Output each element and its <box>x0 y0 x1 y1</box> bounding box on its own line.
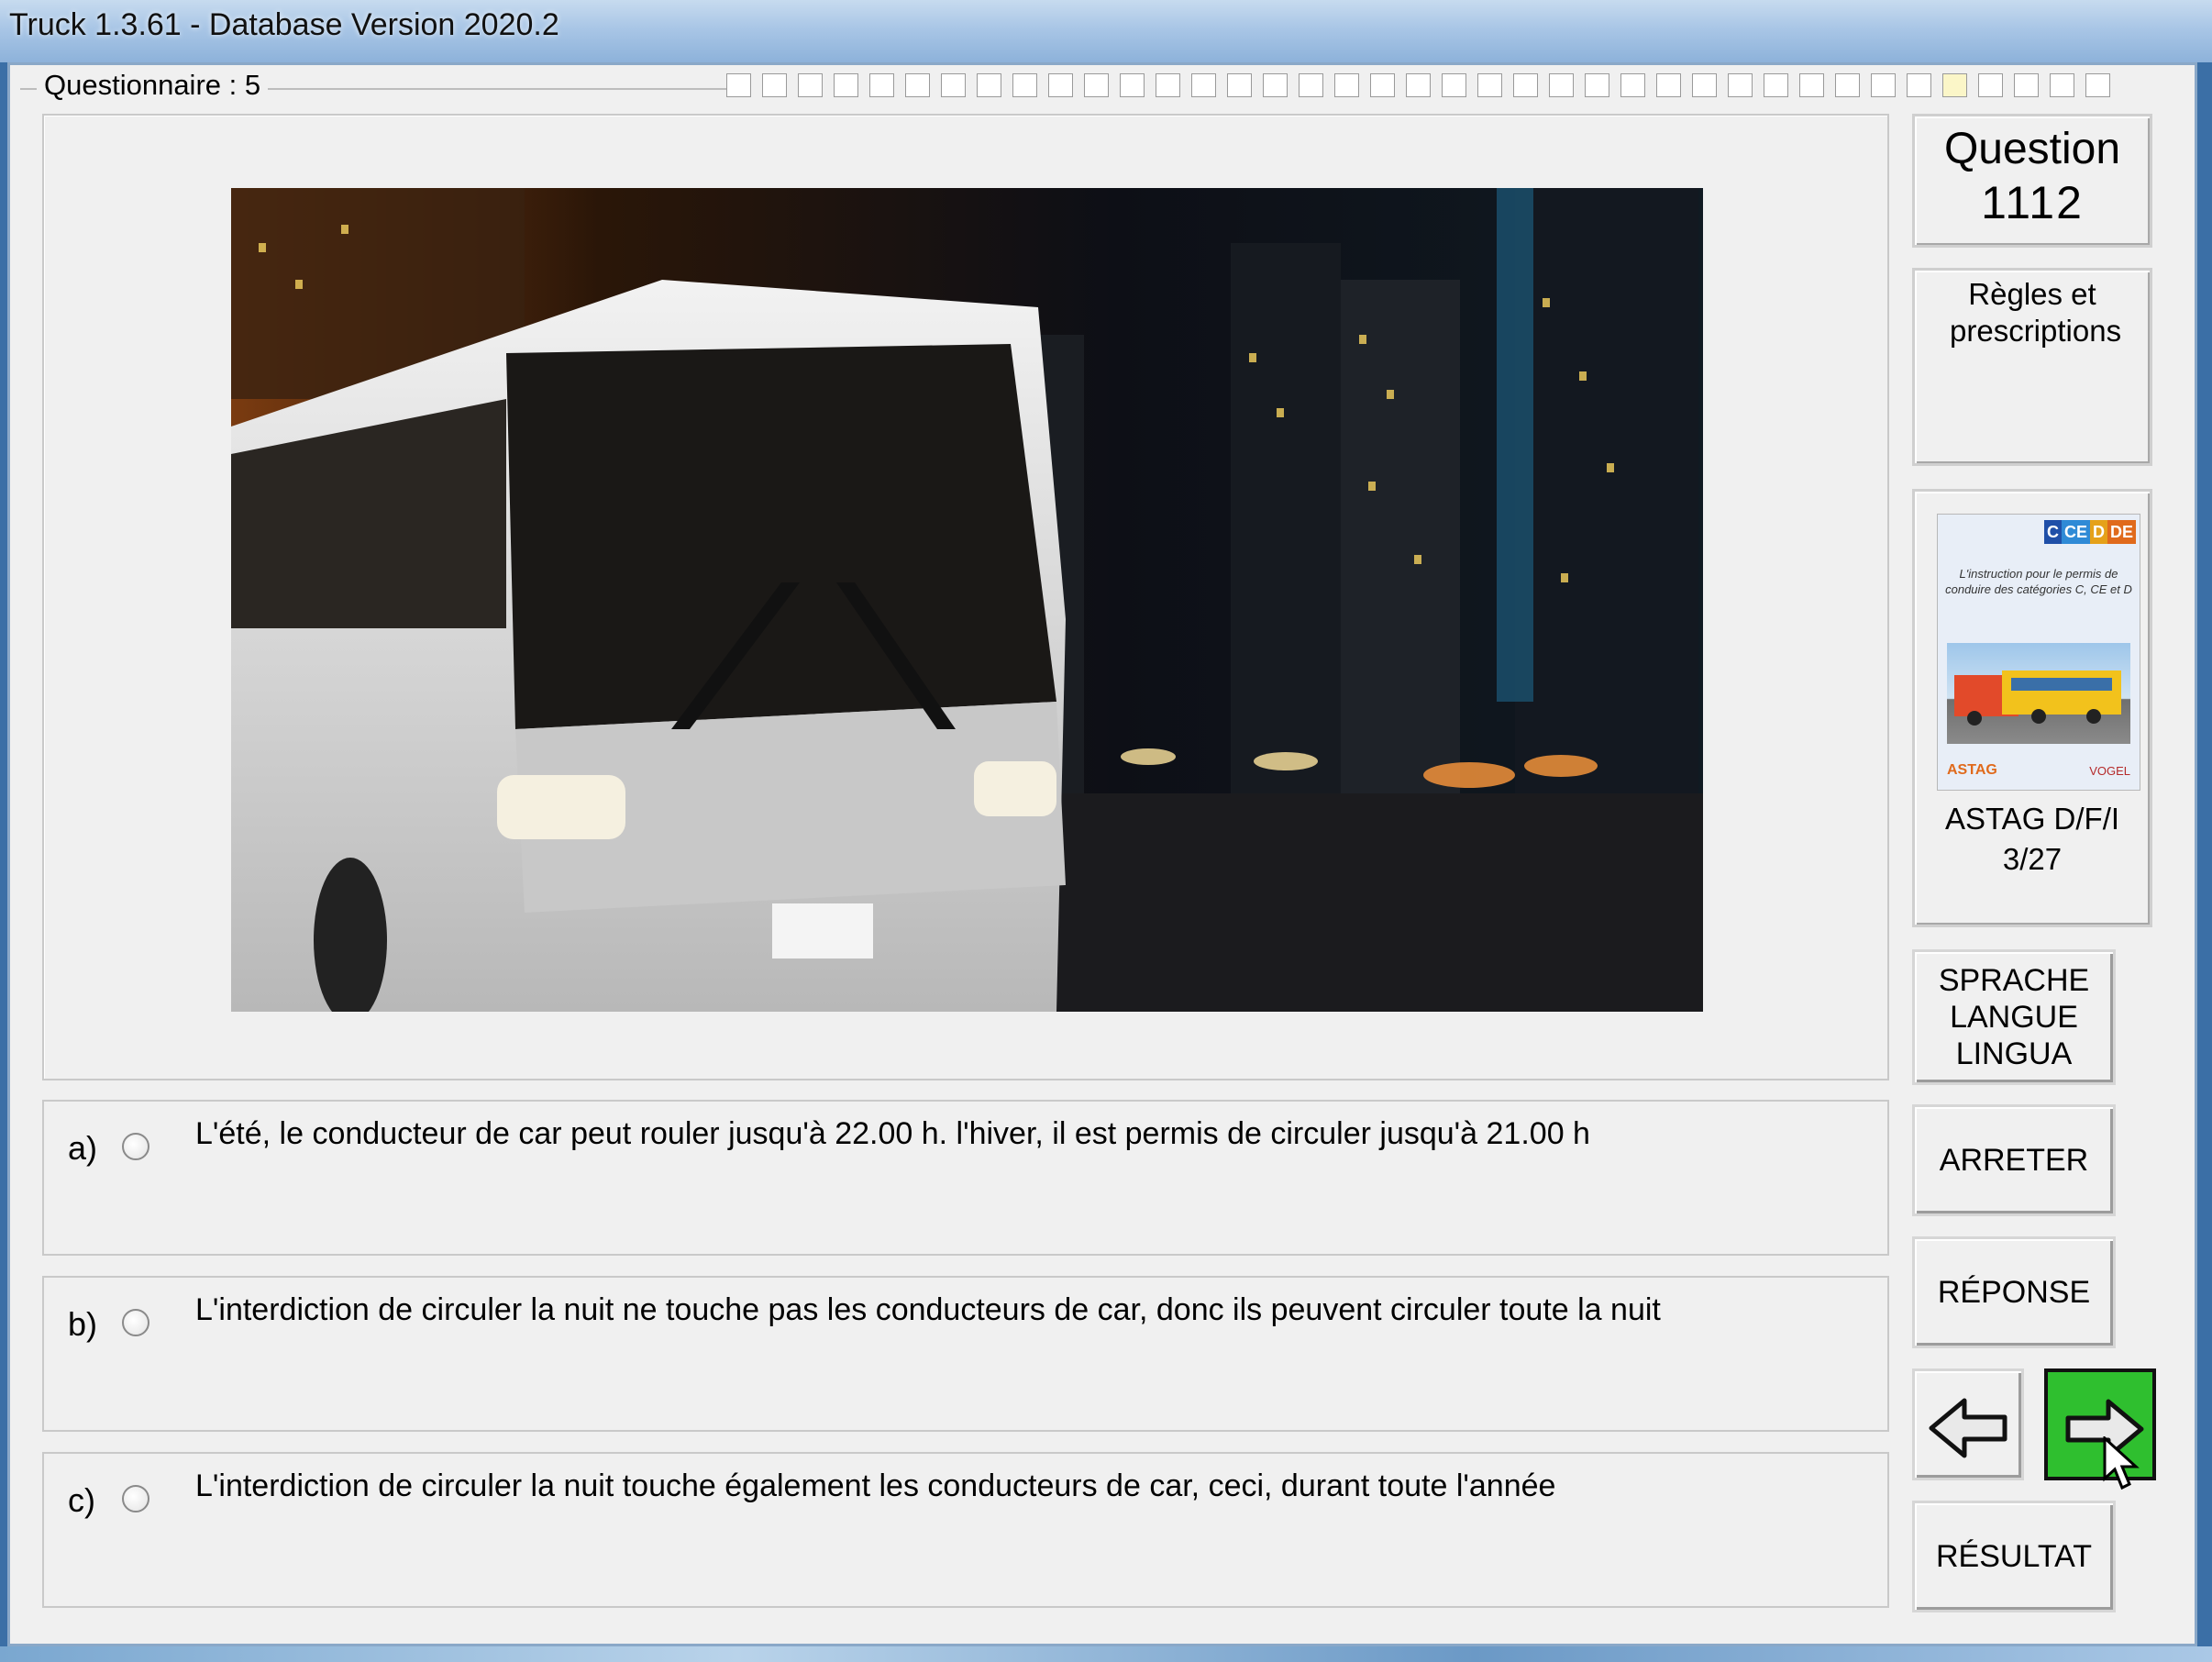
window-title: Truck 1.3.61 - Database Version 2020.2 <box>9 7 559 42</box>
publisher-astag: ASTAG <box>1947 762 1997 778</box>
progress-tick <box>1871 73 1896 97</box>
progress-tick <box>1191 73 1216 97</box>
answer-letter: c) <box>68 1481 95 1519</box>
progress-tick <box>1656 73 1681 97</box>
question-photo <box>231 188 1703 1012</box>
progress-tick <box>1084 73 1109 97</box>
badge-ce: CE <box>2061 520 2090 544</box>
question-number: 1112 <box>1981 177 2084 228</box>
stop-button[interactable]: ARRETER <box>1912 1104 2116 1216</box>
progress-tick <box>1263 73 1288 97</box>
progress-tick <box>1156 73 1180 97</box>
progress-tick <box>2085 73 2110 97</box>
language-label-it: LINGUA <box>1955 1036 2073 1071</box>
progress-tick <box>1799 73 1824 97</box>
next-button[interactable] <box>2044 1368 2156 1490</box>
language-label-fr: LANGUE <box>1950 1000 2078 1035</box>
progress-tick <box>1978 73 2003 97</box>
progress-tick <box>2014 73 2039 97</box>
badge-c: C <box>2043 520 2062 544</box>
progress-tick <box>1406 73 1431 97</box>
book-cover-image: C CE D DE L'instruction pour le permis d… <box>1937 514 2140 791</box>
bus-night-city-image <box>231 188 1703 1012</box>
answer-radio-a[interactable] <box>122 1133 149 1160</box>
answer-option-b[interactable]: b) L'interdiction de circuler la nuit ne… <box>42 1276 1889 1432</box>
reference-source: ASTAG D/F/I <box>1944 802 2120 836</box>
badge-d: D <box>2089 520 2107 544</box>
truck-bus-illustration <box>1947 643 2130 744</box>
progress-tick <box>1334 73 1359 97</box>
progress-tick <box>1299 73 1323 97</box>
progress-tick <box>1835 73 1860 97</box>
answer-text: L'interdiction de circuler la nuit touch… <box>195 1468 1556 1503</box>
question-title: Question <box>1943 125 2121 173</box>
answer-letter: b) <box>68 1305 98 1343</box>
progress-tick <box>1585 73 1609 97</box>
answer-button[interactable]: RÉPONSE <box>1912 1236 2116 1348</box>
badge-de: DE <box>2107 520 2136 544</box>
progress-tick <box>905 73 930 97</box>
progress-tick <box>1942 73 1967 97</box>
progress-tick <box>1370 73 1395 97</box>
question-number-box: Question 1112 <box>1912 114 2152 248</box>
progress-tick <box>2050 73 2074 97</box>
mouse-cursor-icon <box>2103 1436 2140 1490</box>
language-label-de: SPRACHE <box>1938 963 2090 998</box>
answer-text: L'interdiction de circuler la nuit ne to… <box>195 1292 1661 1327</box>
answer-text: L'été, le conducteur de car peut rouler … <box>195 1116 1590 1151</box>
progress-tick <box>1012 73 1037 97</box>
progress-tick <box>941 73 966 97</box>
answer-radio-b[interactable] <box>122 1309 149 1336</box>
progress-tick <box>1549 73 1574 97</box>
previous-button[interactable] <box>1912 1368 2024 1480</box>
arrow-left-icon <box>1929 1398 2007 1458</box>
progress-tick <box>1048 73 1073 97</box>
progress-tick <box>762 73 787 97</box>
language-button[interactable]: SPRACHE LANGUE LINGUA <box>1912 949 2116 1085</box>
taskbar-strip <box>0 1646 2212 1662</box>
publisher-vogel: VOGEL <box>2089 764 2130 778</box>
title-bar: Truck 1.3.61 - Database Version 2020.2 <box>0 0 2212 62</box>
progress-tick <box>1120 73 1145 97</box>
progress-tick <box>1907 73 1931 97</box>
reference-book-box: C CE D DE L'instruction pour le permis d… <box>1912 489 2152 927</box>
category-label: Règles et prescriptions <box>1950 277 2122 348</box>
progress-tick <box>1227 73 1252 97</box>
progress-tick <box>1442 73 1466 97</box>
reference-page: 3/27 <box>2002 842 2063 876</box>
progress-tick <box>834 73 858 97</box>
license-category-badges: C CE D DE <box>2043 520 2136 544</box>
question-progress-ticks <box>726 73 2148 101</box>
progress-tick <box>869 73 894 97</box>
answer-option-a[interactable]: a) L'été, le conducteur de car peut roul… <box>42 1100 1889 1256</box>
result-button[interactable]: RÉSULTAT <box>1912 1501 2116 1612</box>
progress-tick <box>726 73 751 97</box>
answer-option-c[interactable]: c) L'interdiction de circuler la nuit to… <box>42 1452 1889 1608</box>
book-title: L'instruction pour le permis de conduire… <box>1945 567 2132 596</box>
progress-tick <box>1764 73 1788 97</box>
progress-tick <box>798 73 823 97</box>
progress-tick <box>1692 73 1717 97</box>
progress-tick <box>1728 73 1753 97</box>
progress-tick <box>977 73 1001 97</box>
progress-tick <box>1513 73 1538 97</box>
category-box: Règles et prescriptions <box>1912 268 2152 466</box>
answer-letter: a) <box>68 1129 98 1167</box>
answer-radio-c[interactable] <box>122 1485 149 1512</box>
progress-tick <box>1477 73 1502 97</box>
progress-tick <box>1620 73 1645 97</box>
questionnaire-label: Questionnaire : 5 <box>37 69 269 102</box>
